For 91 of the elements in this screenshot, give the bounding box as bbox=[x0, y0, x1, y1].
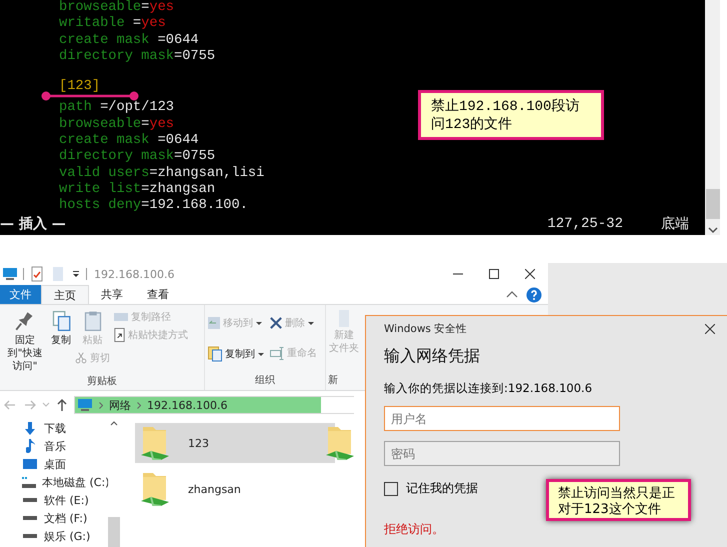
ribbon-tab[interactable]: 文件 bbox=[0, 285, 41, 304]
password-field[interactable]: 密码 bbox=[384, 441, 620, 466]
move-icon bbox=[208, 317, 220, 329]
nav-pane-item[interactable]: 桌面 bbox=[0, 455, 108, 473]
dialog-message: 输入你的凭据以连接到:192.168.100.6 bbox=[384, 381, 594, 396]
ribbon-tab[interactable]: 共享 bbox=[89, 285, 135, 304]
group-label: 组织 bbox=[254, 374, 276, 388]
address-bar[interactable]: 网络 192.168.100.6 bbox=[74, 396, 354, 414]
shared-folder-icon bbox=[325, 426, 355, 460]
shared-folder-icon bbox=[140, 426, 170, 460]
scroll-position: 底端 bbox=[661, 214, 689, 233]
ribbon-tab[interactable]: 主页 bbox=[41, 285, 89, 304]
drive-icon bbox=[23, 516, 37, 520]
callout-note: 禁止访问当然只是正 对于123这个文件 bbox=[546, 479, 691, 521]
chevron-up-icon bbox=[110, 420, 118, 427]
nav-pane-item[interactable]: 娱乐 (G:) bbox=[0, 527, 108, 545]
caret-icon bbox=[256, 322, 262, 324]
config-line: valid users=zhangsan,lisi bbox=[59, 166, 264, 182]
breadcrumb-item[interactable]: 网络 bbox=[109, 398, 131, 412]
desktop-icon bbox=[23, 459, 37, 469]
config-line: browseable=yes bbox=[59, 0, 174, 16]
scrollbar-thumb[interactable] bbox=[108, 517, 120, 547]
drive-icon bbox=[23, 498, 37, 502]
caret-icon bbox=[258, 352, 264, 356]
window-title: 192.168.100.6 bbox=[94, 268, 174, 280]
shared-folder-icon bbox=[140, 472, 170, 506]
music-note-icon bbox=[26, 439, 34, 453]
config-line: [123] bbox=[59, 79, 100, 96]
delete-icon bbox=[270, 317, 282, 329]
download-arrow-icon bbox=[25, 422, 35, 434]
shortcut-icon bbox=[114, 328, 125, 342]
folder-item[interactable]: zhangsan bbox=[135, 469, 335, 509]
config-line: directory mask=0755 bbox=[59, 48, 216, 66]
ribbon-tab[interactable]: 查看 bbox=[135, 285, 181, 304]
config-line: hosts deny=192.168.100. bbox=[59, 198, 248, 215]
caret-icon bbox=[308, 322, 314, 324]
document-icon bbox=[50, 266, 66, 282]
forward-icon bbox=[23, 399, 37, 411]
nav-pane-item[interactable]: 文档 (F:) bbox=[0, 509, 108, 527]
copy-button[interactable]: 复制 bbox=[50, 309, 72, 374]
maximize-icon bbox=[489, 269, 499, 279]
drive-icon bbox=[23, 534, 37, 538]
nav-pane-item[interactable]: 音乐 bbox=[0, 437, 108, 455]
copy-to-icon bbox=[208, 346, 222, 362]
callout-note: 禁止192.168.100段访 问123的文件 bbox=[418, 90, 604, 140]
checkbox[interactable] bbox=[384, 482, 398, 496]
username-field[interactable]: 用户名 bbox=[384, 406, 620, 431]
pin-button[interactable]: 固定到"快速访问" bbox=[2, 309, 48, 374]
chevron-right-icon bbox=[99, 402, 103, 408]
close-icon bbox=[705, 324, 715, 334]
nav-pane-item[interactable]: 本地磁盘 (C:) bbox=[0, 473, 108, 491]
group-label: 新 bbox=[328, 374, 338, 388]
pin-icon bbox=[15, 310, 35, 332]
up-arrow-icon bbox=[56, 398, 68, 412]
config-line: write list=zhangsan bbox=[59, 182, 216, 198]
dialog-app-name: Windows 安全性 bbox=[384, 322, 468, 336]
scissors-icon bbox=[75, 352, 87, 364]
scrollbar-thumb[interactable] bbox=[706, 189, 720, 219]
computer-icon bbox=[77, 397, 93, 413]
checked-document-icon bbox=[29, 266, 45, 282]
dropdown-icon bbox=[71, 268, 81, 280]
config-line: browseable=yes bbox=[59, 116, 174, 133]
config-line: writable =yes bbox=[59, 16, 166, 33]
nav-pane-item[interactable]: 软件 (E:) bbox=[0, 491, 108, 509]
vim-mode: — 插入 — bbox=[0, 214, 66, 233]
clipboard-icon bbox=[82, 310, 102, 332]
dialog-heading: 输入网络凭据 bbox=[384, 346, 481, 367]
config-line: create mask =0644 bbox=[59, 133, 199, 149]
folder-item[interactable]: 123 bbox=[135, 423, 335, 463]
close-button[interactable] bbox=[705, 324, 715, 334]
group-label: 剪贴板 bbox=[86, 374, 118, 389]
drive-icon bbox=[22, 476, 36, 488]
checkbox-label[interactable]: 记住我的凭据 bbox=[406, 480, 478, 497]
chevron-up-icon bbox=[506, 290, 518, 300]
computer-icon bbox=[2, 266, 18, 282]
copy-to-button[interactable]: 复制到 bbox=[207, 345, 265, 363]
error-message: 拒绝访问。 bbox=[384, 521, 445, 538]
chevron-right-icon bbox=[137, 402, 141, 408]
scrollbar[interactable] bbox=[705, 0, 720, 235]
copy-icon bbox=[51, 310, 71, 332]
close-icon bbox=[525, 269, 535, 279]
config-line: directory mask=0755 bbox=[59, 149, 216, 166]
config-line: path =/opt/123 bbox=[59, 100, 174, 117]
cursor-position: 127,25-32 bbox=[547, 216, 623, 232]
back-icon bbox=[3, 399, 17, 411]
rename-icon bbox=[270, 346, 284, 360]
config-line: create mask =0644 bbox=[59, 32, 199, 49]
chevron-down-icon bbox=[706, 225, 718, 235]
breadcrumb-item[interactable]: 192.168.100.6 bbox=[147, 398, 228, 412]
nav-pane-item[interactable]: 下载 bbox=[0, 419, 108, 437]
chevron-down-icon bbox=[42, 401, 50, 409]
